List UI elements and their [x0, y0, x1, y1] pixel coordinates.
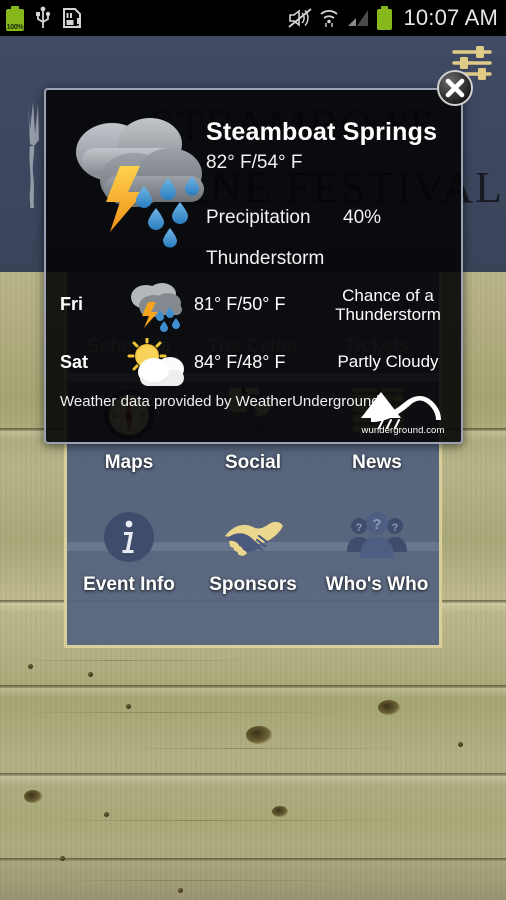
menu-label-social: Social — [225, 452, 281, 473]
weather-city: Steamboat Springs — [206, 118, 438, 146]
menu-label-maps: Maps — [104, 452, 154, 473]
info-circle-icon — [97, 510, 161, 570]
forecast-description-sat: Partly Cloudy — [337, 352, 439, 371]
menu-item-event-info[interactable]: Event Info — [67, 504, 191, 614]
precipitation-value: 40% — [343, 207, 382, 228]
menu-label-sponsors: Sponsors — [209, 574, 297, 595]
weather-temperature: 82° F/54° F — [206, 152, 303, 173]
menu-label-event-info: Event Info — [83, 574, 175, 595]
wunderground-logo-text: wunderground.com — [361, 425, 445, 436]
weather-condition: Thunderstorm — [206, 248, 325, 269]
forecast-row-fri: Fri 81° F/50° F Chance of a Thunderstorm — [46, 278, 461, 336]
thunderstorm-icon — [126, 280, 188, 334]
battery-icon — [377, 6, 393, 30]
menu-item-sponsors[interactable]: Sponsors — [191, 504, 315, 614]
forecast-temperature-fri: 81° F/50° F — [194, 294, 286, 314]
status-bar-clock: 10:07 AM — [403, 5, 498, 30]
battery-icon: 100% — [6, 5, 24, 31]
menu-item-whos-who[interactable]: ? ? ? Who's Who — [315, 504, 439, 614]
forecast-day-sat: Sat — [60, 352, 89, 372]
phone-screen: STEAMBOAT WINE FESTIVAL Schedule The Cel… — [0, 0, 506, 900]
forecast-day-fri: Fri — [60, 294, 84, 314]
weather-current-section: Steamboat Springs 82° F/54° F Precipitat… — [46, 90, 461, 278]
menu-label-whos-who: Who's Who — [325, 574, 429, 595]
status-bar: 100% 10:07 AM — [0, 0, 506, 36]
usb-icon — [34, 6, 52, 30]
svg-text:?: ? — [392, 522, 399, 534]
battery-percent-label: 100% — [6, 23, 24, 31]
people-question-icon: ? ? ? — [345, 510, 409, 570]
mute-icon — [288, 8, 313, 28]
menu-label-news: News — [352, 452, 402, 473]
close-button[interactable] — [437, 70, 473, 106]
thunderstorm-icon — [64, 104, 224, 259]
forecast-description-fri: Chance of a Thunderstorm — [335, 286, 441, 325]
partly-cloudy-icon — [126, 336, 188, 392]
weather-dialog: Steamboat Springs 82° F/54° F Precipitat… — [44, 88, 463, 444]
wifi-icon — [319, 8, 339, 28]
precipitation-label: Precipitation — [206, 207, 311, 228]
signal-icon — [346, 8, 370, 28]
handshake-icon — [221, 510, 285, 570]
svg-text:?: ? — [356, 522, 363, 534]
sd-card-icon — [62, 7, 82, 29]
forecast-temperature-sat: 84° F/48° F — [194, 352, 286, 372]
svg-text:?: ? — [372, 516, 381, 533]
close-x-icon — [437, 70, 473, 106]
weather-attribution: Weather data provided by WeatherUndergro… — [60, 393, 384, 410]
